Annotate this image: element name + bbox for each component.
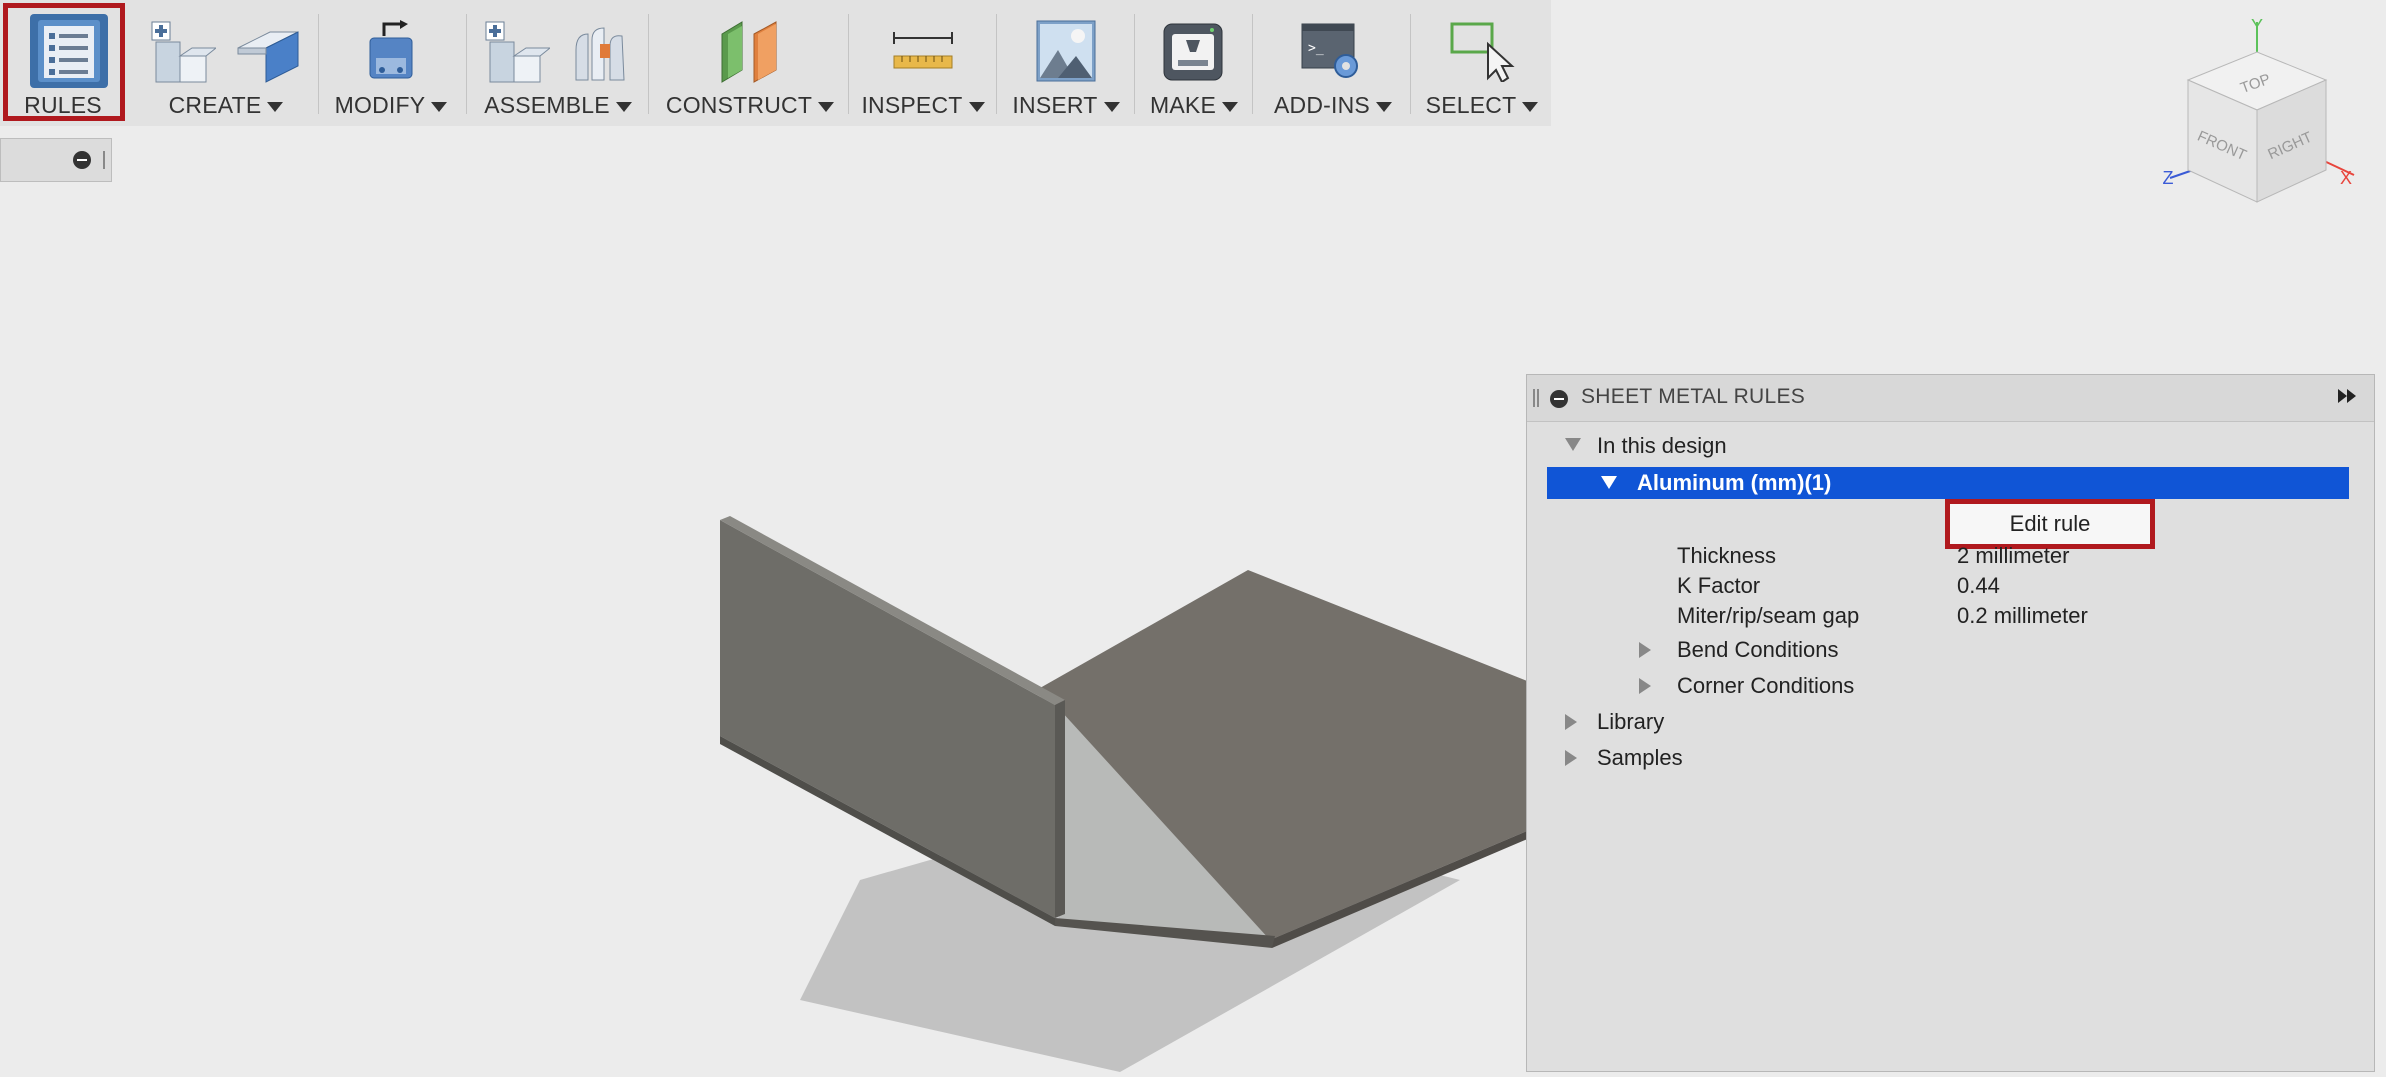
addins-caret-icon xyxy=(1375,101,1392,112)
toolbar-separator xyxy=(1252,14,1253,114)
sheet-metal-model[interactable] xyxy=(700,500,1600,1072)
toolbar-separator xyxy=(466,14,467,114)
addins-label: ADD-INS xyxy=(1274,92,1370,118)
toolbar-separator xyxy=(318,14,319,114)
axis-x-label: X xyxy=(2340,168,2352,188)
insert-label: INSERT xyxy=(1012,92,1098,118)
construct-caret-icon xyxy=(818,101,835,112)
construct-label: CONSTRUCT xyxy=(665,92,813,118)
panel-collapse-icon[interactable] xyxy=(1550,390,1568,408)
prop-kfactor-value: 0.44 xyxy=(1957,573,2000,598)
inspect-caret-icon xyxy=(968,101,985,112)
rules-icon xyxy=(30,14,108,88)
prop-gap-value: 0.2 millimeter xyxy=(1957,603,2088,628)
3d-print-icon xyxy=(1163,23,1223,81)
prop-kfactor-name: K Factor xyxy=(1677,573,1761,598)
select-menu[interactable]: SELECT xyxy=(1414,0,1550,126)
expand-down-icon[interactable] xyxy=(1565,438,1581,451)
inspect-menu[interactable]: INSPECT xyxy=(852,0,994,126)
create-label: CREATE xyxy=(168,92,262,118)
samples-label: Samples xyxy=(1597,745,1683,770)
insert-menu[interactable]: INSERT xyxy=(1000,0,1132,126)
expand-down-icon[interactable] xyxy=(1601,476,1617,489)
measure-icon xyxy=(893,32,953,69)
expand-right-icon[interactable] xyxy=(1565,714,1577,730)
svg-text:>_: >_ xyxy=(1308,41,1324,56)
make-menu[interactable]: MAKE xyxy=(1138,0,1250,126)
axis-z-label: Z xyxy=(2163,168,2174,188)
rules-button[interactable]: RULES xyxy=(0,0,134,126)
toolbar-separator xyxy=(848,14,849,114)
expand-right-icon[interactable] xyxy=(1565,750,1577,766)
make-caret-icon xyxy=(1221,101,1238,112)
construct-menu[interactable]: CONSTRUCT xyxy=(652,0,848,126)
panel-title: SHEET METAL RULES xyxy=(1581,385,1806,408)
modify-icon xyxy=(369,20,413,79)
prop-thickness-name: Thickness xyxy=(1677,543,1777,568)
edit-rule-button[interactable]: Edit rule xyxy=(1945,499,2155,549)
collapse-icon[interactable] xyxy=(73,151,91,169)
flange-icon xyxy=(237,31,299,83)
insert-image-icon xyxy=(1036,20,1096,82)
browser-panel-collapsed[interactable] xyxy=(0,138,112,182)
assemble-menu[interactable]: ASSEMBLE xyxy=(470,0,646,126)
rule-row-aluminum[interactable]: Aluminum (mm)(1) xyxy=(1547,467,2349,499)
insert-caret-icon xyxy=(1103,101,1120,112)
sheet-metal-rules-panel: SHEET METAL RULES In this design Aluminu… xyxy=(1526,374,2375,1072)
prop-thickness-value: 2 millimeter xyxy=(1957,543,2070,568)
addins-menu[interactable]: >_ ADD-INS xyxy=(1256,0,1410,126)
create-caret-icon xyxy=(267,101,284,112)
library-label: Library xyxy=(1597,709,1665,734)
view-cube-graphic: TOP FRONT RIGHT Y Z X xyxy=(2163,16,2355,203)
toolbar-separator xyxy=(1410,14,1411,114)
create-box-icon xyxy=(151,21,216,83)
axis-y-label: Y xyxy=(2251,16,2263,36)
modify-caret-icon xyxy=(431,101,448,112)
select-window-icon xyxy=(1450,22,1515,82)
scripts-addins-icon: >_ xyxy=(1301,23,1358,78)
in-this-design-label: In this design xyxy=(1597,433,1727,458)
modify-label: MODIFY xyxy=(334,92,426,118)
select-label: SELECT xyxy=(1425,92,1517,118)
joint-icon xyxy=(575,27,625,81)
assemble-caret-icon xyxy=(615,101,632,112)
model-graphic xyxy=(720,516,1600,1072)
panel-expand-icon[interactable] xyxy=(2338,389,2364,407)
grip-icon[interactable] xyxy=(103,151,107,169)
toolbar: RULES CREATE MODIFY ASSEMBLE CONSTRUCT I… xyxy=(0,0,1551,126)
toolbar-separator xyxy=(648,14,649,114)
toolbar-separator xyxy=(1134,14,1135,114)
inspect-label: INSPECT xyxy=(861,92,963,118)
create-menu[interactable]: CREATE xyxy=(136,0,316,126)
rule-name: Aluminum (mm)(1) xyxy=(1637,470,1832,495)
panel-grip-icon[interactable] xyxy=(1533,389,1539,407)
select-caret-icon xyxy=(1522,101,1539,112)
expand-right-icon[interactable] xyxy=(1639,678,1651,694)
panel-header: SHEET METAL RULES xyxy=(1527,375,2374,422)
bend-conditions-label: Bend Conditions xyxy=(1677,637,1839,662)
toolbar-separator xyxy=(996,14,997,114)
view-cube[interactable]: TOP FRONT RIGHT Y Z X xyxy=(2150,10,2370,230)
expand-right-icon[interactable] xyxy=(1639,642,1651,658)
rules-label: RULES xyxy=(24,92,102,118)
new-component-icon xyxy=(485,21,550,83)
construct-plane-icon xyxy=(721,21,777,83)
prop-gap-name: Miter/rip/seam gap xyxy=(1677,603,1860,628)
assemble-label: ASSEMBLE xyxy=(484,92,610,118)
corner-conditions-label: Corner Conditions xyxy=(1677,673,1855,698)
make-label: MAKE xyxy=(1150,92,1216,118)
modify-menu[interactable]: MODIFY xyxy=(322,0,460,126)
